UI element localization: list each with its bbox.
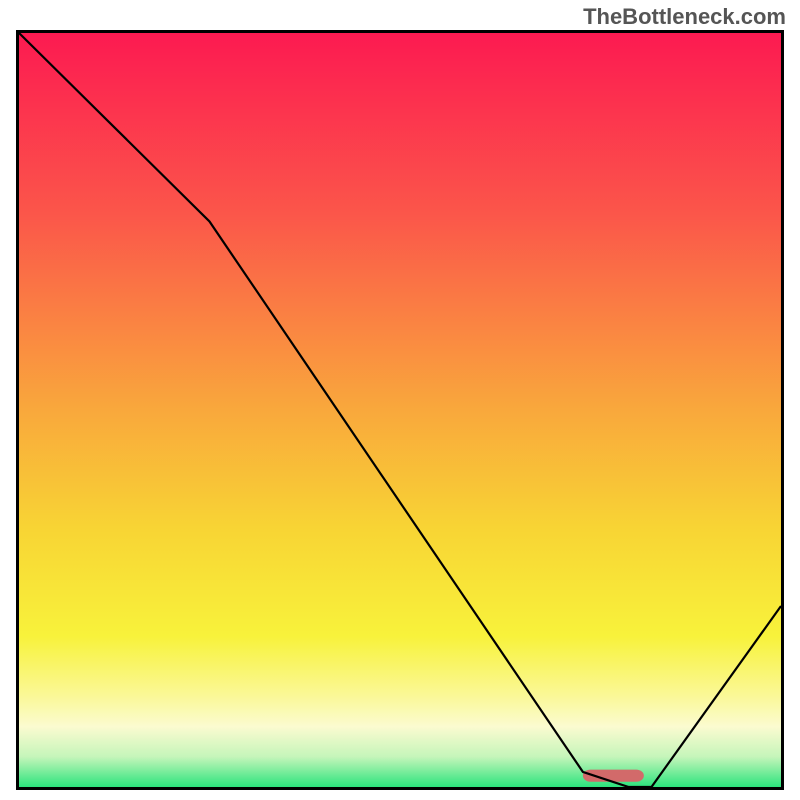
watermark-text: TheBottleneck.com xyxy=(583,4,786,30)
chart-container: TheBottleneck.com xyxy=(0,0,800,800)
plot-svg xyxy=(19,33,781,787)
plot-border xyxy=(16,30,784,790)
